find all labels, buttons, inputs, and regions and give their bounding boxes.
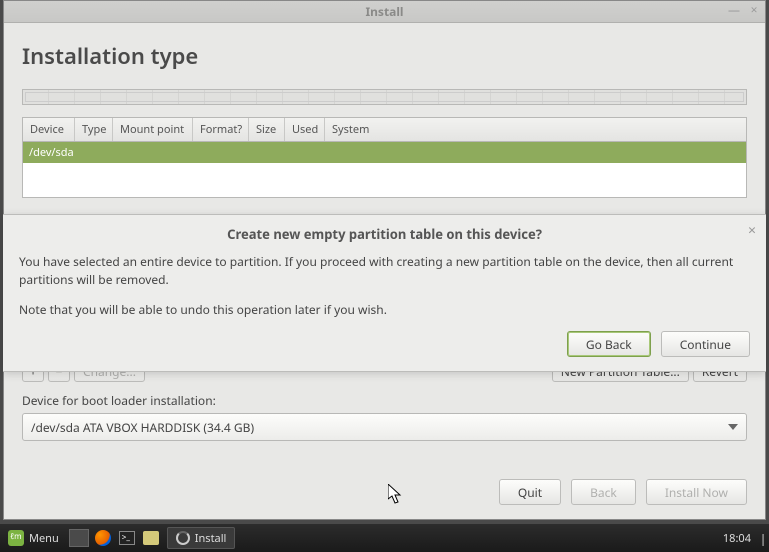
dialog-body: You have selected an entire device to pa… xyxy=(19,253,750,319)
firefox-icon[interactable] xyxy=(93,528,113,548)
dialog-text-2: Note that you will be able to undo this … xyxy=(19,301,750,319)
page-title: Installation type xyxy=(22,41,747,71)
titlebar-controls: — × xyxy=(727,3,761,17)
files-icon[interactable] xyxy=(141,528,161,548)
back-button[interactable]: Back xyxy=(571,479,636,505)
row-device: /dev/sda xyxy=(29,145,74,160)
partition-table: Device Type Mount point Format? Size Use… xyxy=(22,117,747,198)
chevron-down-icon xyxy=(728,424,738,430)
quit-button[interactable]: Quit xyxy=(499,479,561,505)
close-icon[interactable]: × xyxy=(747,3,761,17)
col-device[interactable]: Device xyxy=(23,118,75,141)
dialog-close-icon[interactable]: × xyxy=(748,221,756,240)
taskbar: Menu Install 18:04 | xyxy=(0,524,769,552)
show-desktop-icon[interactable] xyxy=(69,528,89,548)
terminal-icon[interactable] xyxy=(117,528,137,548)
window-title: Install xyxy=(365,3,403,20)
menu-button[interactable]: Menu xyxy=(0,524,67,552)
install-now-button[interactable]: Install Now xyxy=(646,479,747,505)
col-used[interactable]: Used xyxy=(285,118,325,141)
table-row[interactable]: /dev/sda xyxy=(23,142,746,163)
mint-logo-icon xyxy=(8,530,24,546)
footer-buttons: Quit Back Install Now xyxy=(499,479,747,505)
task-label: Install xyxy=(195,531,227,546)
col-system[interactable]: System xyxy=(325,118,746,141)
dialog-title: Create new empty partition table on this… xyxy=(19,225,750,243)
task-install[interactable]: Install xyxy=(167,527,236,549)
dialog-buttons: Go Back Continue xyxy=(19,331,750,357)
dialog-text-1: You have selected an entire device to pa… xyxy=(19,253,750,289)
minimize-icon[interactable]: — xyxy=(727,3,741,17)
bootloader-device-select[interactable]: /dev/sda ATA VBOX HARDDISK (34.4 GB) xyxy=(22,413,747,441)
continue-button[interactable]: Continue xyxy=(661,331,750,357)
col-type[interactable]: Type xyxy=(75,118,113,141)
installer-disc-icon xyxy=(176,531,190,545)
clock[interactable]: 18:04 xyxy=(723,531,757,546)
titlebar: Install — × xyxy=(4,1,765,23)
table-header: Device Type Mount point Format? Size Use… xyxy=(23,118,746,142)
tray-divider: | xyxy=(759,528,767,548)
col-format[interactable]: Format? xyxy=(193,118,249,141)
col-size[interactable]: Size xyxy=(249,118,285,141)
disk-usage-bar xyxy=(22,89,747,105)
bootloader-selected: /dev/sda ATA VBOX HARDDISK (34.4 GB) xyxy=(31,419,254,436)
confirm-dialog: × Create new empty partition table on th… xyxy=(3,214,766,372)
bootloader-label: Device for boot loader installation: xyxy=(22,392,747,409)
col-mount[interactable]: Mount point xyxy=(113,118,193,141)
table-empty-area xyxy=(23,163,746,197)
menu-label: Menu xyxy=(29,531,59,546)
go-back-button[interactable]: Go Back xyxy=(567,331,651,357)
